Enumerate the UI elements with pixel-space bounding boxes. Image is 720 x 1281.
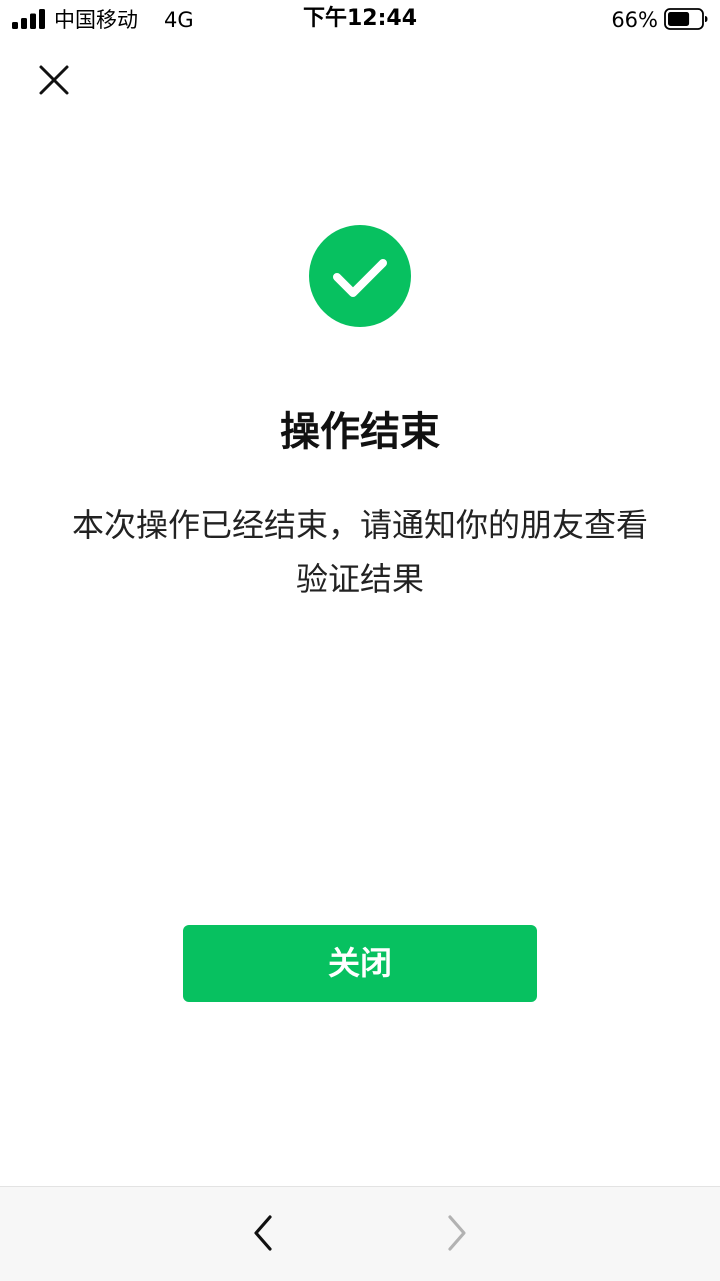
result-message: 本次操作已经结束，请通知你的朋友查看验证结果 [71,506,648,598]
battery-icon [664,8,708,30]
result-title: 操作结束 [280,409,440,455]
battery-percent: 66% [611,8,658,32]
chevron-right-icon[interactable] [438,1211,474,1255]
success-check-icon [309,225,411,327]
chevron-left-icon[interactable] [246,1211,282,1255]
close-button[interactable]: 关闭 [183,925,537,1002]
status-bar: 中国移动 4G 下午12:44 66% [0,0,720,40]
close-icon[interactable] [36,62,72,98]
browser-toolbar [0,1186,720,1281]
